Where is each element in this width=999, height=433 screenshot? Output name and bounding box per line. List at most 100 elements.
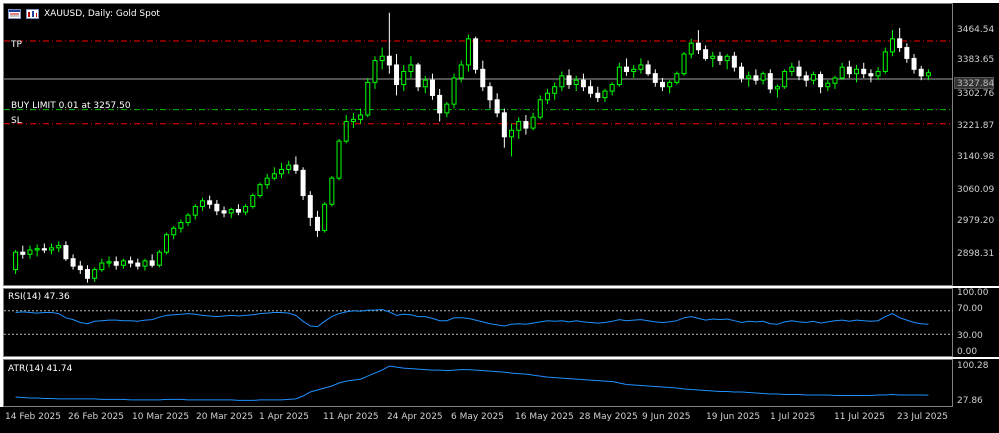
tp-label: TP [11,40,22,50]
candle-body [667,81,673,88]
candle-body [250,195,256,207]
atr-tick: 100.28 [957,361,989,371]
current-price-badge: 3327.84 [954,77,994,89]
candle-body [731,55,737,68]
candle-body [264,177,270,186]
candle-body [774,86,780,90]
date-tick: 14 Feb 2025 [5,412,62,422]
candle-body [300,169,306,197]
candle-body [839,66,845,79]
chart-type-icon[interactable] [26,9,39,19]
atr-chart [15,365,929,401]
candle-body [875,70,881,77]
rsi-line [15,308,929,328]
candle-body [523,121,529,129]
candle-body [573,79,579,86]
candle-body [602,90,608,99]
sl-label: SL [11,116,22,126]
candle-body [717,55,723,62]
buy-limit-label: BUY LIMIT 0.01 at 3257.50 [11,101,131,111]
candle-body [142,260,148,267]
candle-body [235,209,241,213]
candle-body [846,66,852,75]
candle-body [588,86,594,94]
candle-body [624,66,630,72]
candle-body [56,245,62,249]
candle-body [214,203,220,212]
candle-body [429,79,435,96]
date-tick: 26 Feb 2025 [68,412,125,422]
candle-body [171,227,177,236]
candle-body [13,251,19,271]
price-tick: 3302.76 [957,89,995,99]
candle-body [343,121,349,142]
candle-body [595,92,601,99]
symbol-title: XAUUSD, Daily: Gold Spot [44,9,160,19]
candlestick-chart[interactable] [4,4,954,287]
candle-body [444,103,450,114]
time-axis[interactable]: 14 Feb 2025 26 Feb 2025 10 Mar 2025 20 M… [0,407,999,433]
rsi-tick: 30.00 [957,331,983,341]
atr-label: ATR(14) 41.74 [8,364,73,374]
date-tick: 11 Jul 2025 [834,412,885,422]
candle-body [659,81,665,88]
price-tick: 3383.65 [957,55,995,65]
candle-body [379,55,385,62]
rsi-tick: 0.00 [957,347,978,357]
date-tick: 1 Jul 2025 [770,412,816,422]
atr-panel[interactable] [3,359,953,407]
candle-body [487,86,493,101]
candle-body [113,261,119,266]
candle-body [164,234,170,253]
candle-body [760,73,766,81]
candle-body [652,73,658,83]
candle-body [861,68,867,75]
atr-tick: 27.86 [957,396,983,406]
date-tick: 23 Jul 2025 [897,412,948,422]
candle-body [437,94,443,114]
candle-body [465,38,471,66]
window-menu-icon[interactable] [8,9,21,19]
candle-body [918,68,924,77]
candle-body [286,164,292,170]
date-tick: 24 Apr 2025 [387,412,443,422]
rsi-panel[interactable] [3,288,954,357]
candle-body [307,195,313,218]
candle-body [207,200,213,205]
candle-body [228,209,234,214]
price-chart-panel[interactable] [3,3,954,287]
candle-body [703,49,709,59]
candle-body [854,68,860,75]
rsi-scale: 100.00 70.00 30.00 0.00 [953,288,999,357]
candle-body [99,262,105,271]
candle-body [41,248,47,251]
candle-body [911,57,917,70]
candle-body [480,68,486,88]
candle-body [796,66,802,77]
candle-body [559,75,565,88]
candle-body [386,55,392,66]
candle-body [674,73,680,83]
candle-body [257,184,263,197]
price-tick: 3140.98 [957,152,995,162]
candle-body [688,42,694,55]
date-tick: 20 Mar 2025 [196,412,254,422]
candle-body [156,251,162,266]
date-tick: 9 Jun 2025 [642,412,691,422]
price-tick: 3464.54 [957,25,995,35]
candle-body [358,114,364,120]
candle-body [631,68,637,72]
candle-body [681,53,687,75]
date-tick: 19 Jun 2025 [706,412,761,422]
candle-body [904,47,910,59]
candle-body [149,260,155,266]
candle-body [336,140,342,179]
price-scale[interactable]: 3464.54 3383.65 3302.76 3221.87 3140.98 … [953,3,999,286]
candle-body [49,247,55,251]
candle-body [609,84,615,92]
candle-body [372,60,378,83]
candle-body [243,205,249,213]
candle-body [451,77,457,105]
candle-body [645,64,651,75]
candle-body [552,86,558,94]
